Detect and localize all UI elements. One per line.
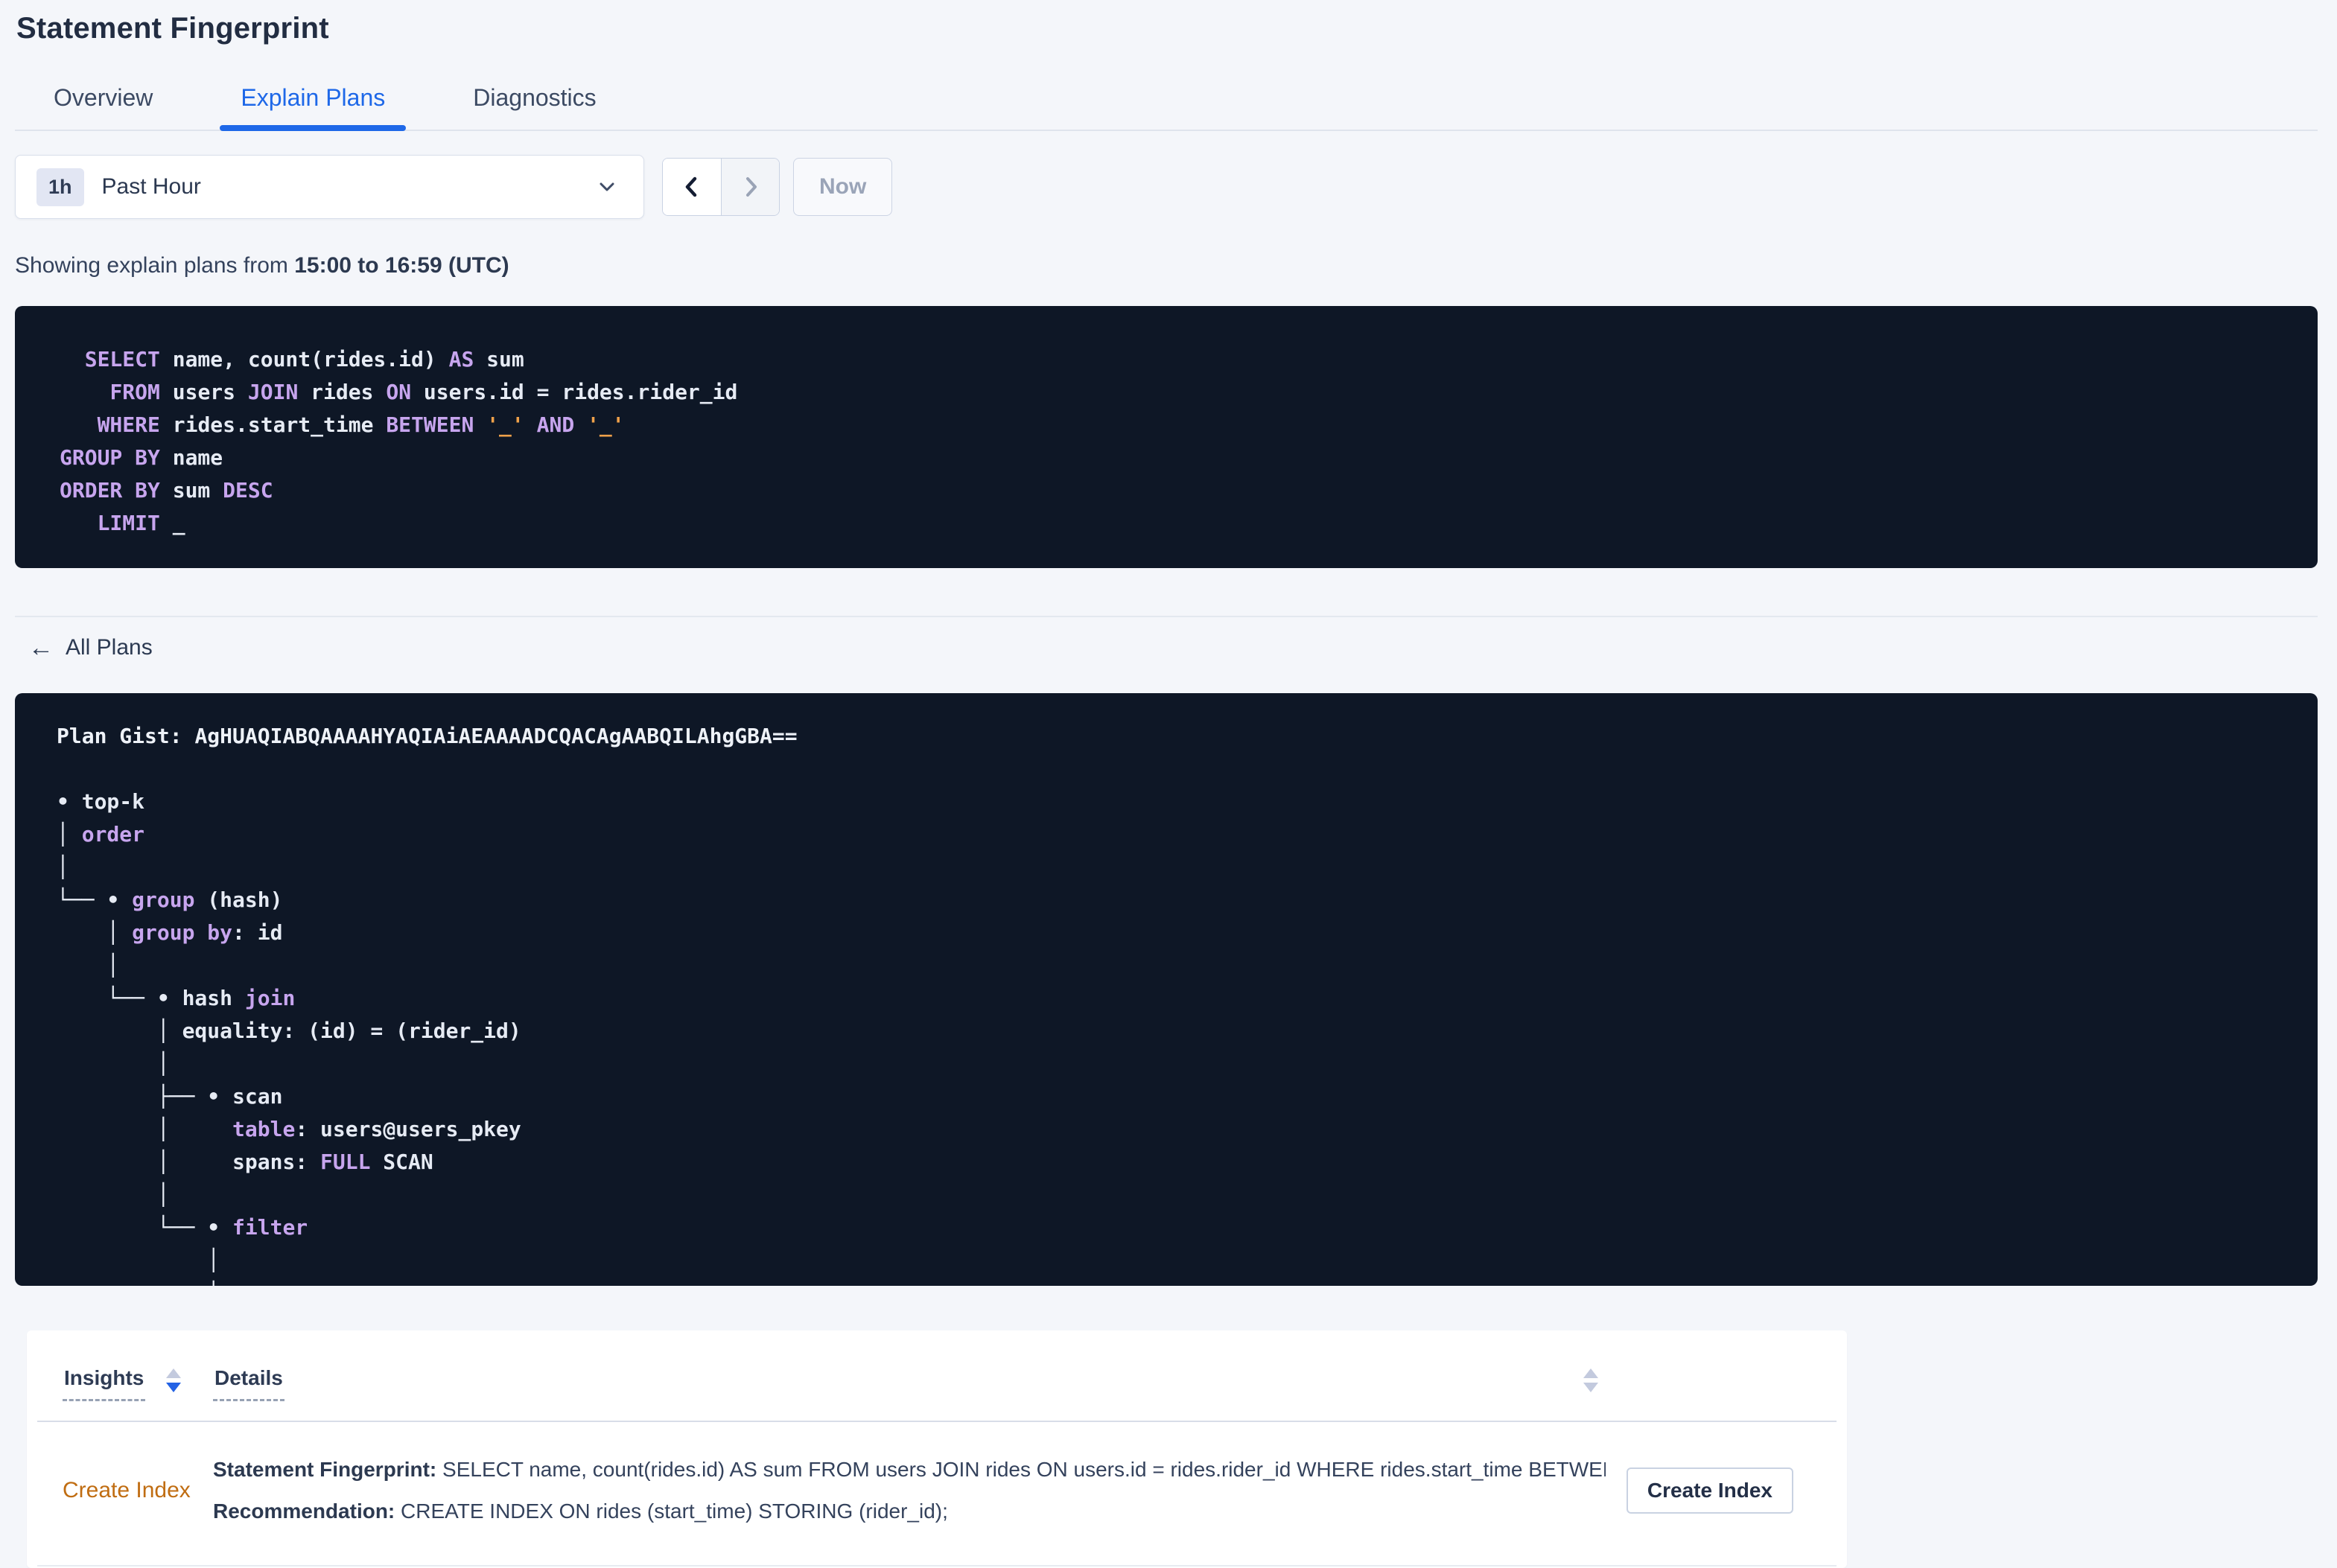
detail-lines: Statement Fingerprint: SELECT name, coun… — [213, 1458, 1606, 1523]
chevron-down-icon — [596, 176, 618, 198]
time-range-nav — [662, 158, 780, 216]
showing-plans-status: Showing explain plans from 15:00 to 16:5… — [15, 253, 2318, 278]
now-button[interactable]: Now — [793, 158, 893, 216]
tab-overview[interactable]: Overview — [33, 69, 174, 130]
statement-fingerprint-line: Statement Fingerprint: SELECT name, coun… — [213, 1458, 1606, 1482]
details-header-label[interactable]: Details — [213, 1366, 284, 1401]
next-range-button[interactable] — [721, 159, 779, 215]
sql-code: SELECT name, count(rides.id) AS sum FROM… — [60, 347, 738, 535]
statement-fingerprint-text: SELECT name, count(rides.id) AS sum FROM… — [436, 1458, 1606, 1481]
status-time-range: 15:00 to 16:59 (UTC) — [294, 253, 509, 278]
previous-range-button[interactable] — [663, 159, 721, 215]
page-title: Statement Fingerprint — [16, 12, 329, 45]
insight-cell: Create Index — [37, 1478, 213, 1503]
all-plans-link[interactable]: ← All Plans — [28, 635, 153, 660]
tab-diagnostics[interactable]: Diagnostics — [452, 69, 617, 130]
chevron-left-icon — [679, 174, 705, 200]
statement-fingerprint-label: Statement Fingerprint: — [213, 1458, 437, 1481]
plan-tree: • top-k │ order │ └── • group (hash) │ grou… — [57, 789, 521, 1286]
plan-gist-box: Plan Gist: AgHUAQIABQAAAAHYAQIAiAEAAAADC… — [15, 693, 2318, 1286]
chevron-right-icon — [738, 174, 763, 200]
page-content: Statement Fingerprint Overview Explain P… — [0, 0, 2337, 1568]
status-prefix: Showing explain plans from — [15, 253, 295, 278]
action-cell: Create Index — [1606, 1467, 1837, 1514]
insights-column-header: Insights — [37, 1366, 213, 1401]
plan-gist-value: AgHUAQIABQAAAAHYAQIAiAEAAAADCQACAgAABQIL… — [194, 724, 798, 748]
sql-fingerprint-box: SELECT name, count(rides.id) AS sum FROM… — [15, 306, 2318, 568]
section-divider — [15, 616, 2318, 617]
tab-bar: Overview Explain Plans Diagnostics — [15, 69, 2318, 131]
details-column-header: Details — [213, 1366, 1606, 1401]
table-row: Create Index Statement Fingerprint: SELE… — [37, 1422, 1837, 1567]
recommendation-line: Recommendation: CREATE INDEX ON rides (s… — [213, 1500, 1606, 1523]
details-sort-icon[interactable] — [1583, 1368, 1598, 1392]
back-arrow-icon: ← — [28, 634, 54, 662]
time-range-label: Past Hour — [101, 174, 201, 199]
all-plans-label: All Plans — [66, 635, 153, 660]
recommendation-label: Recommendation: — [213, 1500, 395, 1523]
insights-table-card: Insights Details Create Index Statement … — [27, 1330, 1847, 1568]
plan-gist-label: Plan Gist: — [57, 724, 195, 748]
insights-sort-icon[interactable] — [166, 1368, 182, 1392]
recommendation-text: CREATE INDEX ON rides (start_time) STORI… — [395, 1500, 948, 1523]
insights-header-label[interactable]: Insights — [63, 1366, 146, 1401]
time-picker-row: 1h Past Hour Now — [15, 155, 2318, 219]
create-index-button[interactable]: Create Index — [1626, 1467, 1793, 1514]
plan-gist-line: Plan Gist: AgHUAQIABQAAAAHYAQIAiAEAAAADC… — [57, 720, 2288, 753]
insights-table-header: Insights Details — [37, 1330, 1837, 1422]
tab-explain-plans[interactable]: Explain Plans — [220, 69, 407, 131]
insight-create-index-link[interactable]: Create Index — [63, 1478, 191, 1503]
time-range-dropdown[interactable]: 1h Past Hour — [15, 155, 644, 219]
time-range-badge: 1h — [36, 168, 84, 206]
details-cell: Statement Fingerprint: SELECT name, coun… — [213, 1458, 1606, 1523]
